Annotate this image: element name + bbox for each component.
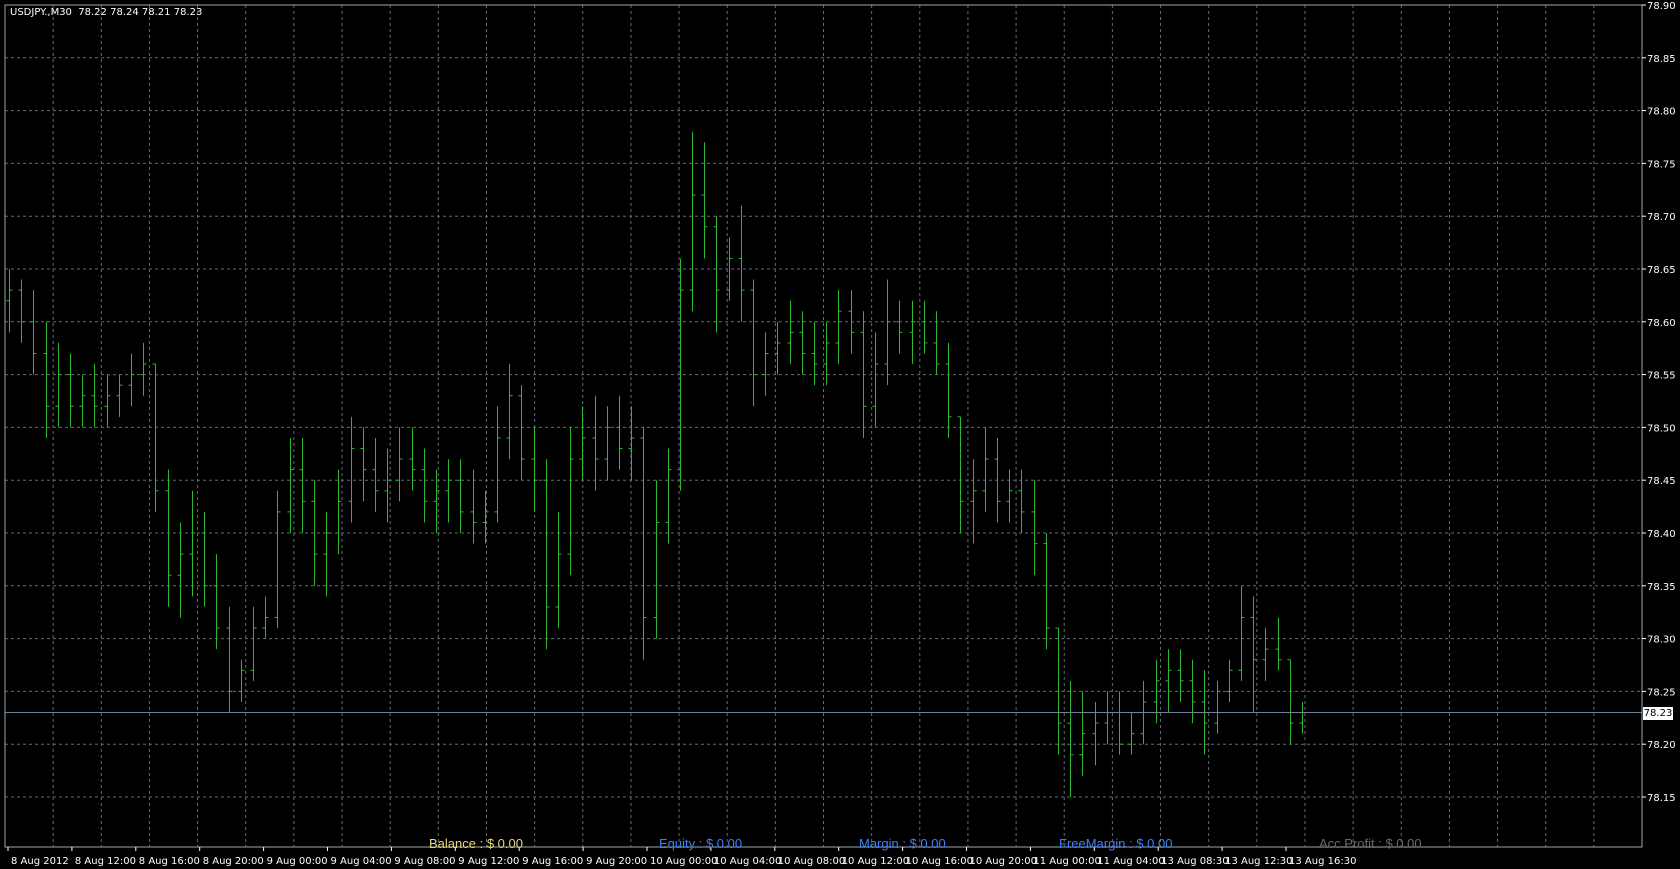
price-tick-label: 78.15 <box>1647 793 1676 804</box>
price-tick-label: 78.30 <box>1647 635 1676 646</box>
equity-label: Equity : $ 0.00 <box>659 836 743 851</box>
time-tick-label: 10 Aug 00:00 <box>650 856 717 867</box>
ohlc-readout: 78.22 78.24 78.21 78.23 <box>78 7 203 18</box>
time-tick-label: 9 Aug 00:00 <box>267 856 328 867</box>
time-tick-label: 10 Aug 04:00 <box>714 856 781 867</box>
time-tick-label: 9 Aug 20:00 <box>586 856 647 867</box>
price-tick-label: 78.70 <box>1647 212 1676 223</box>
time-tick-label: 10 Aug 08:00 <box>778 856 845 867</box>
free-margin-label: FreeMargin : $ 0.00 <box>1059 836 1173 851</box>
chart-background <box>0 0 1680 869</box>
price-tick-label: 78.50 <box>1647 423 1676 434</box>
time-tick-label: 8 Aug 2012 <box>11 856 69 867</box>
price-tick-label: 78.80 <box>1647 107 1676 118</box>
price-tick-label: 78.65 <box>1647 265 1676 276</box>
time-tick-label: 8 Aug 20:00 <box>203 856 264 867</box>
balance-label: Balance : $ 0.00 <box>429 836 523 851</box>
price-tick-label: 78.20 <box>1647 740 1676 751</box>
time-tick-label: 11 Aug 00:00 <box>1033 856 1100 867</box>
price-chart[interactable]: 78.90 78.85 78.80 78.75 78.70 78.65 78.60 78.55… <box>0 0 1680 869</box>
time-tick-label: 9 Aug 08:00 <box>394 856 455 867</box>
price-tick-label: 78.90 <box>1647 1 1676 12</box>
time-tick-label: 13 Aug 16:30 <box>1289 856 1356 867</box>
price-tick-label: 78.35 <box>1647 582 1676 593</box>
symbol-label: USDJPY.,M30 <box>10 7 72 18</box>
price-tick-label: 78.55 <box>1647 371 1676 382</box>
time-tick-label: 10 Aug 16:00 <box>906 856 973 867</box>
price-tick-label: 78.60 <box>1647 318 1676 329</box>
time-tick-label: 13 Aug 08:30 <box>1161 856 1228 867</box>
time-tick-label: 11 Aug 04:00 <box>1097 856 1164 867</box>
time-tick-label: 9 Aug 12:00 <box>458 856 519 867</box>
current-price-tag: 78.23 <box>1643 706 1673 720</box>
time-tick-label: 8 Aug 12:00 <box>75 856 136 867</box>
time-tick-label: 9 Aug 16:00 <box>522 856 583 867</box>
price-tick-label: 78.85 <box>1647 54 1676 65</box>
price-tick-label: 78.25 <box>1647 687 1676 698</box>
time-tick-label: 10 Aug 12:00 <box>842 856 909 867</box>
symbol-header: USDJPY.,M30 78.22 78.24 78.21 78.23 <box>10 7 202 18</box>
time-tick-label: 8 Aug 16:00 <box>139 856 200 867</box>
price-tick-label: 78.40 <box>1647 529 1676 540</box>
acc-profit-label: Acc Profit : $ 0.00 <box>1319 836 1422 851</box>
time-tick-label: 10 Aug 20:00 <box>970 856 1037 867</box>
price-tick-label: 78.75 <box>1647 159 1676 170</box>
time-tick-label: 9 Aug 04:00 <box>331 856 392 867</box>
time-tick-label: 13 Aug 12:30 <box>1225 856 1292 867</box>
price-tick-label: 78.45 <box>1647 476 1676 487</box>
margin-label: Margin : $ 0.00 <box>859 836 946 851</box>
